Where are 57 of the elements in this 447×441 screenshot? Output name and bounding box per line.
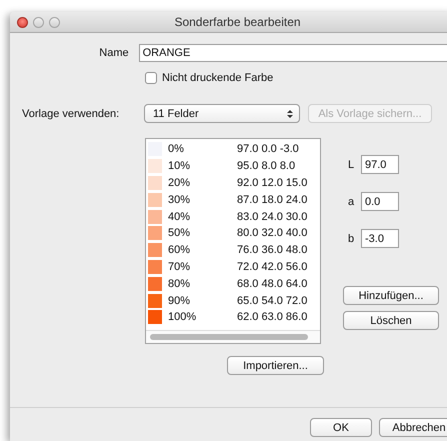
name-field[interactable]: ORANGE: [138, 44, 447, 62]
lab-values-text: 95.0 8.0 8.0: [237, 160, 296, 172]
list-row[interactable]: 10% 95.0 8.0 8.0: [146, 158, 320, 175]
percent-text: 40%: [168, 210, 192, 223]
updown-icon: [287, 108, 293, 118]
scrollbar[interactable]: [146, 330, 320, 343]
lab-values-text: 72.0 42.0 56.0: [237, 260, 308, 273]
lab-values-text: 80.0 32.0 40.0: [237, 227, 308, 240]
list-row[interactable]: 0% 97.0 0.0 -3.0: [146, 141, 320, 158]
percent-text: 50%: [168, 227, 192, 240]
template-popup[interactable]: 11 Felder: [144, 104, 300, 123]
percent-text: 90%: [168, 294, 192, 307]
list-row[interactable]: 60% 76.0 36.0 48.0: [146, 242, 320, 259]
percent-text: 30%: [168, 194, 192, 206]
add-button[interactable]: Hinzufügen...: [343, 286, 439, 305]
channel-label: L: [348, 158, 356, 170]
field-label: Name: [98, 47, 129, 59]
list-row[interactable]: 40% 83.0 24.0 30.0: [146, 208, 320, 225]
lab-values-text: 76.0 36.0 48.0: [237, 244, 308, 256]
cancel-button[interactable]: Abbrechen: [379, 418, 447, 437]
lab-values-text: 83.0 24.0 30.0: [237, 210, 308, 223]
lab-values-text: 68.0 48.0 64.0: [237, 278, 308, 290]
percent-text: 80%: [168, 278, 192, 290]
window-title: Sonderfarbe bearbeiten: [173, 15, 302, 29]
field-label: Vorlage verwenden:: [22, 108, 120, 120]
list-row[interactable]: 50% 80.0 32.0 40.0: [146, 224, 320, 242]
close-button[interactable]: [17, 16, 28, 28]
lab-values-text: 65.0 54.0 72.0: [237, 294, 308, 307]
delete-button[interactable]: Löschen: [343, 311, 439, 330]
list-row[interactable]: 80% 68.0 48.0 64.0: [146, 275, 320, 292]
value-field[interactable]: -3.0: [361, 229, 399, 248]
channel-label: b: [348, 232, 356, 244]
lab-values-text: 62.0 63.0 86.0: [237, 311, 308, 324]
lab-values-text: 97.0 0.0 -3.0: [237, 143, 299, 156]
percent-text: 70%: [168, 260, 192, 273]
value-field[interactable]: 97.0: [361, 155, 399, 174]
percent-text: 10%: [168, 160, 192, 172]
value-field[interactable]: 0.0: [361, 192, 399, 211]
list-row[interactable]: 70% 72.0 42.0 56.0: [146, 258, 320, 276]
zoom-button[interactable]: [49, 16, 60, 28]
scroll-thumb[interactable]: [150, 334, 308, 340]
percent-text: 100%: [168, 311, 198, 324]
checkbox[interactable]: [145, 72, 157, 84]
list-row[interactable]: 90% 65.0 54.0 72.0: [146, 292, 320, 309]
ok-button[interactable]: OK: [310, 418, 372, 437]
percent-text: 0%: [168, 143, 185, 156]
import-button[interactable]: Importieren...: [227, 356, 324, 375]
percent-text: 20%: [168, 176, 192, 189]
list-row[interactable]: 20% 92.0 12.0 15.0: [146, 174, 320, 192]
lab-values-text: 87.0 18.0 24.0: [237, 194, 308, 206]
list-row[interactable]: 100% 62.0 63.0 86.0: [146, 308, 320, 326]
checkbox-label: Nicht druckende Farbe: [162, 72, 274, 84]
channel-label: a: [348, 196, 356, 208]
lab-values-text: 92.0 12.0 15.0: [237, 176, 308, 189]
minimize-button[interactable]: [33, 16, 44, 28]
list-row[interactable]: 30% 87.0 18.0 24.0: [146, 191, 320, 208]
percent-text: 60%: [168, 244, 192, 256]
